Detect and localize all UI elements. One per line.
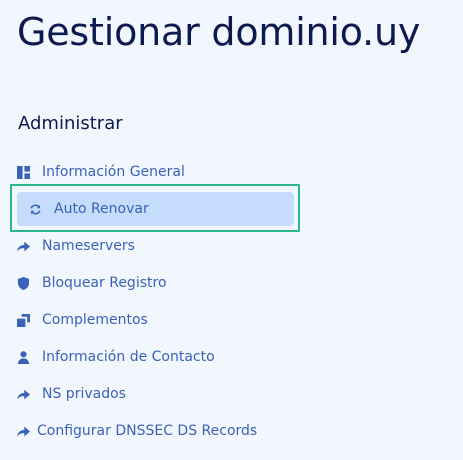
sidebar-item-label: Información General: [42, 164, 185, 180]
sidebar-item-label: Auto Renovar: [54, 201, 149, 217]
sidebar-item-label: Bloquear Registro: [42, 275, 167, 291]
sidebar-item-informacion-general[interactable]: Información General: [16, 164, 185, 180]
share-arrow-icon: [16, 387, 30, 401]
sidebar-item-ns-privados[interactable]: NS privados: [16, 386, 126, 402]
sidebar-item-label: Configurar DNSSEC DS Records: [37, 423, 258, 439]
clone-icon: [16, 313, 30, 327]
shield-icon: [16, 276, 30, 290]
sidebar-item-label: Nameservers: [42, 238, 135, 254]
dashboard-icon: [16, 165, 30, 179]
user-icon: [16, 350, 30, 364]
sidebar-item-nameservers[interactable]: Nameservers: [16, 238, 135, 254]
sidebar-item-complementos[interactable]: Complementos: [16, 312, 148, 328]
sidebar-item-configurar-dnssec[interactable]: Configurar DNSSEC DS Records: [16, 423, 257, 439]
sidebar-item-auto-renovar[interactable]: Auto Renovar: [28, 201, 149, 217]
sidebar-item-label: NS privados: [42, 386, 126, 402]
sidebar-item-bloquear-registro[interactable]: Bloquear Registro: [16, 275, 167, 291]
sync-icon: [28, 202, 42, 216]
share-arrow-icon: [16, 424, 30, 438]
sidebar-item-label: Información de Contacto: [42, 349, 215, 365]
sidebar-item-label: Complementos: [42, 312, 148, 328]
share-arrow-icon: [16, 239, 30, 253]
sidebar-item-informacion-de-contacto[interactable]: Información de Contacto: [16, 349, 215, 365]
sidebar-nav: Información General Auto Renovar Nameser…: [0, 0, 463, 460]
